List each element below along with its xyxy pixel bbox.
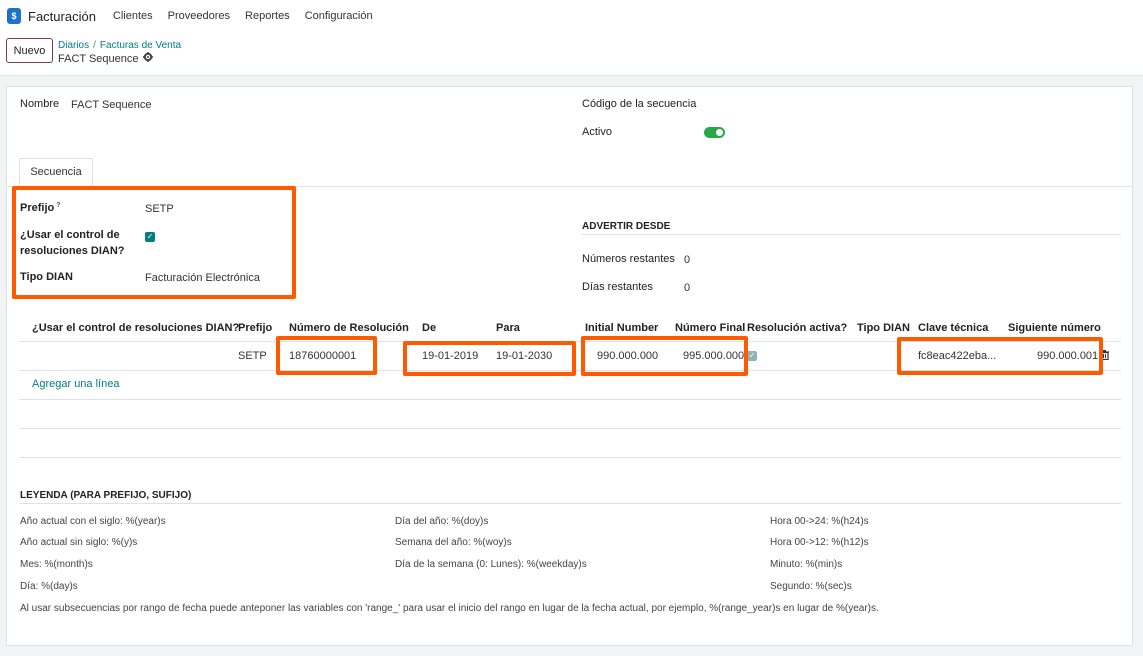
active-label: Activo <box>582 126 612 138</box>
legend-note: Al usar subsecuencias por rango de fecha… <box>20 603 879 614</box>
col-header-dian-type[interactable]: Tipo DIAN <box>857 322 910 334</box>
col-header-active-resolution[interactable]: Resolución activa? <box>747 322 847 334</box>
menu-reportes[interactable]: Reportes <box>245 10 290 22</box>
warn-section-divider <box>582 234 1121 235</box>
menu-configuracion[interactable]: Configuración <box>305 10 373 22</box>
legend-title: LEYENDA (PARA PREFIJO, SUFIJO) <box>20 490 192 501</box>
col-header-prefix[interactable]: Prefijo <box>238 322 272 334</box>
legend-item: Día del año: %(doy)s <box>395 516 489 527</box>
remaining-numbers-label: Números restantes <box>582 253 675 265</box>
legend-item: Semana del año: %(woy)s <box>395 537 512 548</box>
active-toggle[interactable] <box>704 127 725 138</box>
legend-item: Año actual sin siglo: %(y)s <box>20 537 138 548</box>
table-empty-row-divider-1 <box>19 399 1121 400</box>
control-panel: Nuevo Diarios / Facturas de Venta FACT Seq… <box>0 32 1143 76</box>
col-header-initial-number[interactable]: Initial Number <box>585 322 658 334</box>
record-title: FACT Sequence <box>58 52 139 65</box>
warn-section-title: ADVERTIR DESDE <box>582 221 671 232</box>
highlight-box-resolution-number <box>276 336 377 375</box>
legend-item: Mes: %(month)s <box>20 559 93 570</box>
col-header-resolution-number[interactable]: Número de Resolución <box>289 322 409 334</box>
menu-clientes[interactable]: Clientes <box>113 10 153 22</box>
col-header-use-dian[interactable]: ¿Usar el control de resoluciones DIAN? <box>32 322 239 334</box>
highlight-box-key-next <box>897 337 1103 375</box>
col-header-from[interactable]: De <box>422 322 436 334</box>
legend-divider <box>20 503 1121 504</box>
col-header-technical-key[interactable]: Clave técnica <box>918 322 988 334</box>
new-button[interactable]: Nuevo <box>6 38 53 63</box>
remaining-numbers-field[interactable]: 0 <box>684 254 690 266</box>
gear-icon[interactable] <box>142 52 153 65</box>
col-header-final-number[interactable]: Número Final <box>675 322 745 334</box>
app-name[interactable]: Facturación <box>28 9 96 24</box>
col-header-next-number[interactable]: Siguiente número <box>1008 322 1101 334</box>
cell-prefix[interactable]: SETP <box>238 350 267 362</box>
name-field[interactable]: FACT Sequence <box>71 99 152 111</box>
highlight-box-prefix-group <box>12 186 296 299</box>
breadcrumb-facturas[interactable]: Facturas de Venta <box>100 40 181 51</box>
top-navbar: $ Facturación Clientes Proveedores Repor… <box>0 0 1143 32</box>
legend-item: Hora 00->24: %(h24)s <box>770 516 869 527</box>
highlight-box-dates <box>403 341 576 376</box>
name-label: Nombre <box>20 98 60 110</box>
breadcrumb-separator: / <box>93 40 96 51</box>
table-empty-row-divider-2 <box>19 428 1121 429</box>
cell-active-resolution-checkbox[interactable]: ✓ <box>747 351 757 361</box>
tab-secuencia[interactable]: Secuencia <box>19 158 93 186</box>
remaining-days-label: Días restantes <box>582 281 653 293</box>
add-line-link[interactable]: Agregar una línea <box>32 378 119 390</box>
check-icon: ✓ <box>748 351 756 360</box>
menu-proveedores[interactable]: Proveedores <box>168 10 230 22</box>
form-sheet: Nombre FACT Sequence Código de la secuen… <box>6 86 1134 646</box>
legend-item: Minuto: %(min)s <box>770 559 843 570</box>
tab-secuencia-label: Secuencia <box>30 166 82 178</box>
legend-item: Hora 00->12: %(h12)s <box>770 537 869 548</box>
breadcrumb-diarios[interactable]: Diarios <box>58 40 89 51</box>
legend-item: Día de la semana (0: Lunes): %(weekday)s <box>395 559 587 570</box>
legend-item: Segundo: %(sec)s <box>770 581 852 592</box>
table-empty-row-divider-3 <box>19 457 1121 458</box>
legend-item: Día: %(day)s <box>20 581 78 592</box>
legend-item: Año actual con el siglo: %(year)s <box>20 516 166 527</box>
remaining-days-field[interactable]: 0 <box>684 282 690 294</box>
invoice-app-icon[interactable]: $ <box>7 8 21 24</box>
col-header-to[interactable]: Para <box>496 322 520 334</box>
breadcrumb: Diarios / Facturas de Venta <box>58 40 181 51</box>
highlight-box-number-range <box>581 336 748 376</box>
sequence-code-label: Código de la secuencia <box>582 98 697 110</box>
record-title-row: FACT Sequence <box>58 52 153 65</box>
